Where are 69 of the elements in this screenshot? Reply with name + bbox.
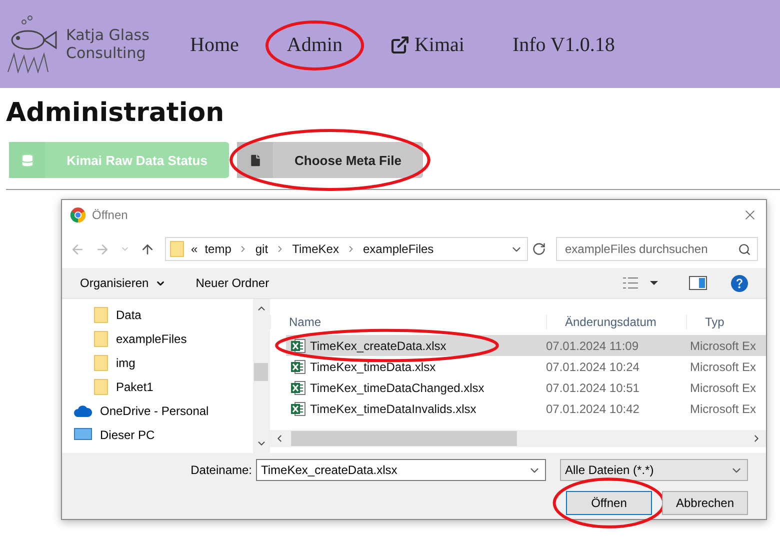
file-row[interactable]: TimeKex_timeData.xlsx 07.01.2024 10:24 Microsoft Ex [286,356,766,377]
dialog-button[interactable]: Abbrechen [662,491,748,515]
dialog-title: Öffnen [92,208,129,222]
tree-item[interactable]: Paket1 [116,380,154,394]
folder-icon [94,331,108,347]
file-date: 07.01.2024 11:09 [546,338,640,352]
computer-icon [74,428,92,442]
column-header[interactable]: Änderungsdatum [546,315,686,329]
file-date: 07.01.2024 10:42 [546,402,640,416]
page-title: Administration [6,98,226,128]
breadcrumb[interactable]: exampleFiles [362,242,434,256]
excel-file-icon [290,358,306,374]
excel-file-icon [290,400,306,416]
search-icon [738,242,751,256]
file-name: TimeKex_createData.xlsx [310,338,448,352]
refresh-icon[interactable] [532,242,546,256]
tree-item[interactable]: Data [116,308,142,322]
new-folder-button[interactable]: Neuer Ordner [196,276,270,290]
folder-icon [94,379,108,395]
help-icon[interactable] [731,274,748,292]
folder-icon [170,241,184,257]
file-name: TimeKex_timeData.xlsx [310,360,437,374]
action-button[interactable]: Choose Meta File [237,142,423,178]
excel-file-icon [290,380,306,396]
file-name: TimeKex_timeDataInvalids.xlsx [310,402,478,416]
file-row[interactable]: TimeKex_timeDataInvalids.xlsx 07.01.2024 10:42 Microsoft Ex [286,398,766,419]
file-row[interactable]: TimeKex_timeDataChanged.xlsx 07.01.2024 10:51 Microsoft Ex [286,377,766,398]
organize-menu-button[interactable]: Organisieren [80,276,166,290]
folder-icon [94,307,108,323]
logo-text: Consulting [66,44,147,62]
filename-field[interactable]: TimeKex_createData.xlsx [256,459,546,481]
file-type: Microsoft Ex [690,338,758,352]
column-header[interactable]: Typ [686,315,766,329]
file-name: TimeKex_timeDataChanged.xlsx [310,380,486,394]
address-bar[interactable]: « temp git TimeKex exampleFiles [165,237,528,261]
breadcrumb[interactable]: git [255,242,268,256]
search-field[interactable]: exampleFiles durchsuchen [556,237,758,261]
view-options-icon[interactable] [623,277,659,289]
chrome-logo-icon [70,207,86,223]
nav-link[interactable]: Home [190,34,239,56]
database-icon [20,152,34,168]
nav-link[interactable]: Kimai [390,34,464,56]
file-date: 07.01.2024 10:24 [546,360,640,374]
preview-pane-icon[interactable] [689,276,707,290]
breadcrumb[interactable]: TimeKex [292,242,339,256]
file-type: Microsoft Ex [690,380,758,394]
breadcrumb[interactable]: temp [204,242,232,256]
nav-link[interactable]: Info V1.0.18 [512,34,615,56]
tree-item[interactable]: OneDrive - Personal [100,404,209,418]
tree-item[interactable]: Dieser PC [100,428,155,442]
column-header[interactable]: Name [270,315,546,329]
cloud-icon [74,405,92,417]
file-type: Microsoft Ex [690,402,758,416]
logo-text: Katja Glass [66,26,150,44]
tree-item[interactable]: exampleFiles [116,332,187,346]
file-row[interactable]: TimeKex_createData.xlsx 07.01.2024 11:09 Microsoft Ex [286,335,766,356]
external-link-icon [390,35,410,55]
scrollbar-thumb[interactable] [291,431,517,446]
folder-icon [94,355,108,371]
breadcrumb-overflow[interactable]: « [191,242,198,256]
file-date: 07.01.2024 10:51 [546,380,640,394]
file-type-dropdown[interactable]: Alle Dateien (*.*) [560,459,748,481]
filename-label: Dateiname: [190,463,252,477]
tree-item[interactable]: img [116,356,136,370]
excel-file-icon [290,338,306,354]
dialog-button[interactable]: Öffnen [566,491,652,515]
scrollbar-thumb[interactable] [254,363,268,381]
up-icon[interactable] [140,242,155,256]
file-type: Microsoft Ex [690,360,758,374]
